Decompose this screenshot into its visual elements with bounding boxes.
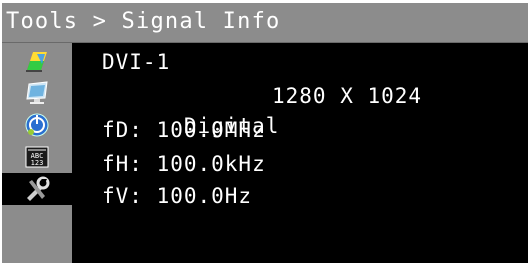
resolution: 1280 X 1024 — [272, 84, 423, 108]
input-name: DVI-1 — [102, 50, 171, 74]
power-icon — [25, 113, 49, 137]
vertical-frequency: fV: 100.0Hz — [102, 184, 253, 208]
horizontal-frequency: fH: 100.0kHz — [102, 152, 266, 176]
color-adjust-icon — [26, 52, 47, 72]
osd-window: Tools > Signal Info ABC 123 DVI-1 Digita… — [2, 3, 528, 263]
title-bar: Tools > Signal Info — [2, 3, 528, 43]
sidebar-item-tools[interactable] — [2, 173, 72, 205]
breadcrumb-title: Tools > Signal Info — [6, 9, 281, 34]
tools-icon — [27, 176, 50, 201]
sidebar-item-color[interactable] — [2, 45, 72, 77]
svg-text:123: 123 — [31, 159, 44, 167]
sidebar-item-screen[interactable] — [2, 77, 72, 109]
sidebar-item-language[interactable]: ABC 123 — [2, 141, 72, 173]
sidebar-item-power[interactable] — [2, 109, 72, 141]
signal-info-panel: DVI-1 Digital 1280 X 1024 fD: 100.0MHz f… — [72, 43, 528, 263]
language-abc-123-icon: ABC 123 — [25, 146, 49, 168]
sidebar-menu: ABC 123 — [2, 43, 72, 263]
screen-adjust-icon — [26, 81, 48, 104]
dot-clock: fD: 100.0MHz — [102, 118, 266, 142]
